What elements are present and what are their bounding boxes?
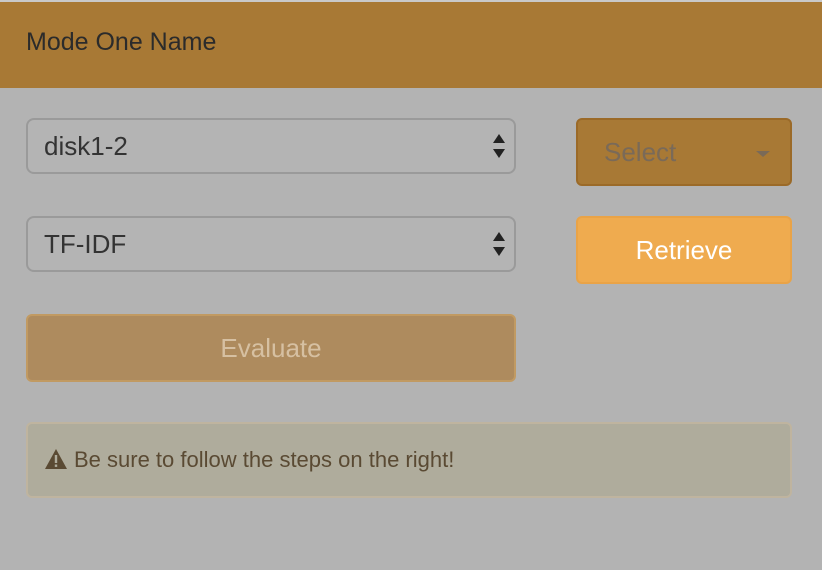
evaluate-button-label: Evaluate (220, 333, 322, 363)
retrieve-button[interactable]: Retrieve (576, 216, 792, 284)
updown-arrows-icon (493, 232, 505, 256)
warning-alert-text: Be sure to follow the steps on the right… (74, 447, 455, 472)
panel-title: Mode One Name (26, 28, 217, 56)
dataset-select-value: disk1-2 (44, 131, 128, 161)
evaluate-button[interactable]: Evaluate (26, 314, 516, 382)
panel-header: Mode One Name (0, 0, 822, 88)
retrieve-button-label: Retrieve (635, 235, 733, 265)
model-select[interactable]: TF-IDF (26, 216, 516, 272)
dataset-select[interactable]: disk1-2 (26, 118, 516, 174)
caret-down-icon (756, 151, 770, 157)
updown-arrows-icon (493, 134, 505, 158)
warning-icon (45, 449, 67, 470)
warning-alert: Be sure to follow the steps on the right… (26, 422, 792, 498)
select-dropdown-label: Select (604, 137, 677, 167)
model-select-value: TF-IDF (44, 229, 127, 259)
select-dropdown-button[interactable]: Select (576, 118, 792, 186)
